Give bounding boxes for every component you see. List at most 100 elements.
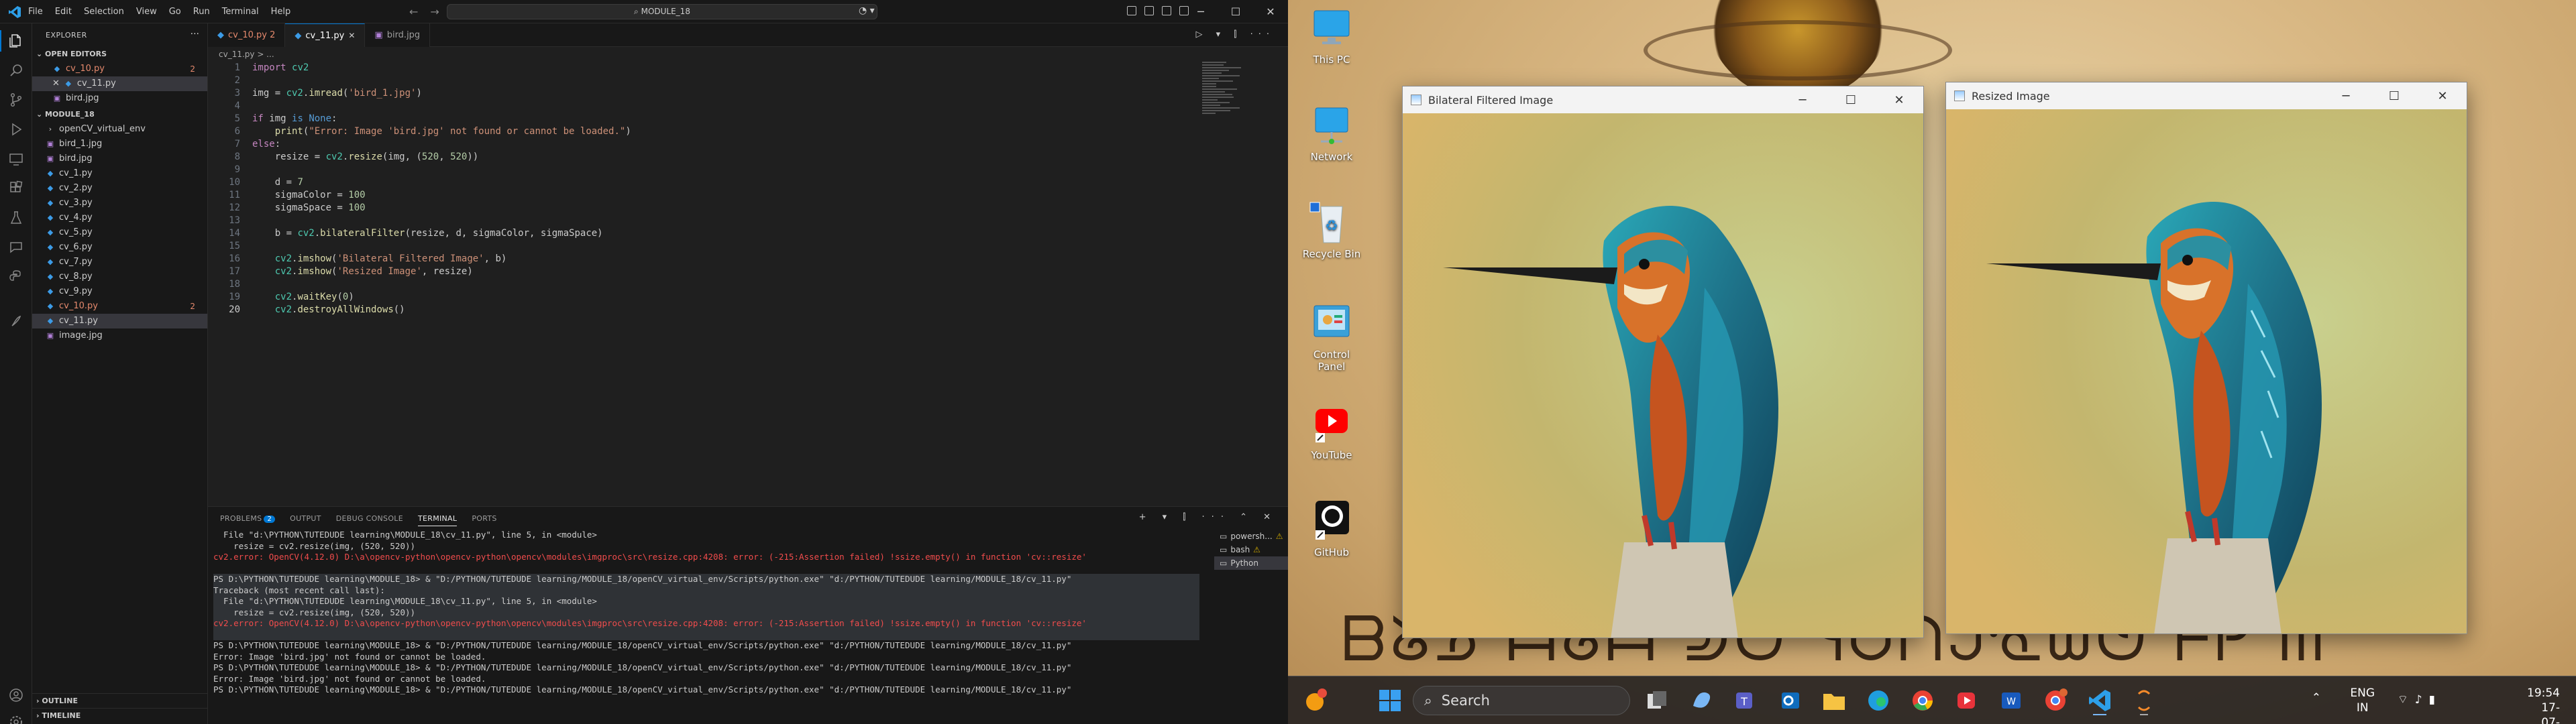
- minimize-button[interactable]: ─: [1778, 86, 1827, 113]
- file-tree-item[interactable]: ◆ cv_5.py: [32, 225, 207, 240]
- editor-tab[interactable]: ◆ cv_11.py ✕: [285, 23, 365, 47]
- panel-controls[interactable]: + ▾ ⫿ ··· ⌃ ✕: [1139, 512, 1277, 522]
- close-icon[interactable]: ✕: [348, 31, 355, 40]
- open-editor-item[interactable]: ◆ cv_10.py 2: [32, 62, 207, 76]
- remote-explorer-icon[interactable]: [8, 151, 24, 167]
- flask-icon[interactable]: [8, 314, 24, 330]
- outlook-icon[interactable]: [1775, 686, 1805, 715]
- close-button[interactable]: ✕: [2418, 82, 2467, 109]
- chat-icon[interactable]: [8, 239, 24, 255]
- more-actions-icon[interactable]: ···: [191, 29, 199, 40]
- timeline-section[interactable]: › TIMELINE: [32, 708, 208, 723]
- file-explorer-icon[interactable]: [1819, 686, 1849, 715]
- network-volume-battery-icons[interactable]: ⌔♪▮: [2398, 692, 2442, 707]
- testing-icon[interactable]: [8, 210, 24, 226]
- taskbar-search[interactable]: ⌕ Search: [1413, 686, 1630, 715]
- panel-tab-debug-console[interactable]: DEBUG CONSOLE: [336, 514, 403, 523]
- module-section[interactable]: ⌄ MODULE_18: [32, 107, 207, 122]
- outline-section[interactable]: › OUTLINE: [32, 693, 208, 708]
- terminal-instance[interactable]: ▭ powersh... ⚠: [1214, 530, 1288, 543]
- file-tree-item[interactable]: ◆ cv_8.py: [32, 269, 207, 284]
- window-title-bar[interactable]: Resized Image ─ ☐ ✕: [1946, 82, 2467, 109]
- window-title-bar[interactable]: Bilateral Filtered Image ─ ☐ ✕: [1403, 86, 1923, 113]
- youtube-icon[interactable]: YouTube: [1301, 402, 1362, 461]
- extensions-icon[interactable]: [8, 180, 24, 196]
- source-control-icon[interactable]: [8, 92, 24, 108]
- media-player-icon[interactable]: [1952, 686, 1982, 715]
- panel-toggle-icon[interactable]: [1162, 6, 1171, 15]
- copilot-icon[interactable]: ◔ ▾: [859, 5, 875, 16]
- resized-image-window[interactable]: Resized Image ─ ☐ ✕: [1945, 82, 2467, 634]
- open-editors-section[interactable]: ⌄ OPEN EDITORS: [32, 47, 207, 62]
- nav-arrows[interactable]: ←→: [409, 5, 451, 18]
- weather-widget-icon[interactable]: [1300, 686, 1330, 715]
- panel-tab-ports[interactable]: PORTS: [472, 514, 496, 523]
- task-view-icon[interactable]: [1642, 686, 1672, 715]
- maximize-button[interactable]: ☐: [2370, 82, 2418, 109]
- start-windows-icon[interactable]: [1375, 686, 1405, 715]
- run-python-icon[interactable]: ▷ ▾ ⫿ ···: [1196, 29, 1275, 40]
- word-icon[interactable]: W: [1996, 686, 2026, 715]
- file-tree-item[interactable]: ◆ cv_1.py: [32, 166, 207, 181]
- terminal-instance[interactable]: ▭ bash ⚠: [1214, 543, 1288, 556]
- copilot-icon[interactable]: [1686, 686, 1716, 715]
- vscode-taskbar-icon[interactable]: [2085, 686, 2114, 715]
- close-button[interactable]: ✕: [1875, 86, 1923, 113]
- edge-icon[interactable]: [1864, 686, 1893, 715]
- menu-view[interactable]: View: [136, 7, 157, 17]
- terminal-output[interactable]: File "d:\PYTHON\TUTEDUDE learning\MODULE…: [213, 530, 1199, 707]
- maximize-button[interactable]: ☐: [1218, 0, 1253, 23]
- sidebar-toggle-icon[interactable]: [1144, 6, 1154, 15]
- run-debug-icon[interactable]: [8, 121, 24, 137]
- chevron-up-icon[interactable]: ⌃: [2312, 691, 2321, 705]
- network-icon[interactable]: Network: [1301, 104, 1362, 163]
- menu-go[interactable]: Go: [169, 7, 181, 17]
- minimap[interactable]: [1202, 62, 1249, 102]
- panel-tab-output[interactable]: OUTPUT: [290, 514, 321, 523]
- file-tree-item[interactable]: ◆ cv_3.py: [32, 196, 207, 210]
- menu-terminal[interactable]: Terminal: [222, 7, 259, 17]
- layout-icon[interactable]: [1127, 6, 1136, 15]
- github-icon[interactable]: GitHub: [1301, 499, 1362, 558]
- file-tree-item[interactable]: ◆ cv_7.py: [32, 255, 207, 269]
- file-tree-item[interactable]: ◆ cv_6.py: [32, 240, 207, 255]
- file-tree-item[interactable]: ▣ bird_1.jpg: [32, 137, 207, 152]
- file-tree-item[interactable]: ◆ cv_4.py: [32, 210, 207, 225]
- open-editor-item[interactable]: ✕ ◆ cv_11.py: [32, 76, 207, 91]
- file-tree-item[interactable]: ◆ cv_9.py: [32, 284, 207, 299]
- account-icon[interactable]: [8, 687, 24, 703]
- bilateral-filtered-window[interactable]: Bilateral Filtered Image ─ ☐ ✕: [1402, 86, 1924, 638]
- menu-edit[interactable]: Edit: [55, 7, 72, 17]
- file-tree-item[interactable]: ▣ image.jpg: [32, 328, 207, 343]
- terminal-instance[interactable]: ▭ Python: [1214, 556, 1288, 570]
- language-indicator[interactable]: ENG IN: [2350, 686, 2375, 715]
- explorer-icon[interactable]: [8, 33, 24, 49]
- python-icon[interactable]: [8, 269, 24, 285]
- close-button[interactable]: ✕: [1253, 0, 1288, 23]
- clock[interactable]: 19:5417-07-2025: [2527, 686, 2560, 724]
- file-tree-item[interactable]: ◆ cv_10.py 2: [32, 299, 207, 314]
- teams-icon[interactable]: T: [1731, 686, 1760, 715]
- editor-tab[interactable]: ◆ cv_10.py 2: [208, 23, 285, 47]
- chrome-profile-icon[interactable]: [2041, 686, 2070, 715]
- menu-selection[interactable]: Selection: [84, 7, 124, 17]
- this-pc-icon[interactable]: This PC: [1301, 7, 1362, 66]
- control-panel-icon[interactable]: Control Panel: [1301, 302, 1362, 373]
- chrome-icon[interactable]: [1908, 686, 1937, 715]
- file-tree-item[interactable]: ◆ cv_2.py: [32, 181, 207, 196]
- minimize-button[interactable]: ─: [2322, 82, 2370, 109]
- command-center[interactable]: ⌕ MODULE_18: [447, 4, 877, 19]
- open-editor-item[interactable]: ▣ bird.jpg: [32, 91, 207, 106]
- breadcrumb[interactable]: cv_11.py > ...: [208, 47, 1288, 62]
- file-tree-item[interactable]: › openCV_virtual_env: [32, 122, 207, 137]
- menu-help[interactable]: Help: [271, 7, 291, 17]
- file-tree-item[interactable]: ◆ cv_11.py: [32, 314, 207, 328]
- search-icon[interactable]: [8, 62, 24, 78]
- panel-tab-problems[interactable]: PROBLEMS 2: [220, 514, 275, 523]
- settings-gear-icon[interactable]: [8, 714, 24, 724]
- panel-tab-terminal[interactable]: TERMINAL: [418, 511, 457, 526]
- editor-tab[interactable]: ▣ bird.jpg: [365, 23, 430, 47]
- file-tree-item[interactable]: ▣ bird.jpg: [32, 152, 207, 166]
- python-app-icon[interactable]: [2129, 686, 2159, 715]
- maximize-button[interactable]: ☐: [1827, 86, 1875, 113]
